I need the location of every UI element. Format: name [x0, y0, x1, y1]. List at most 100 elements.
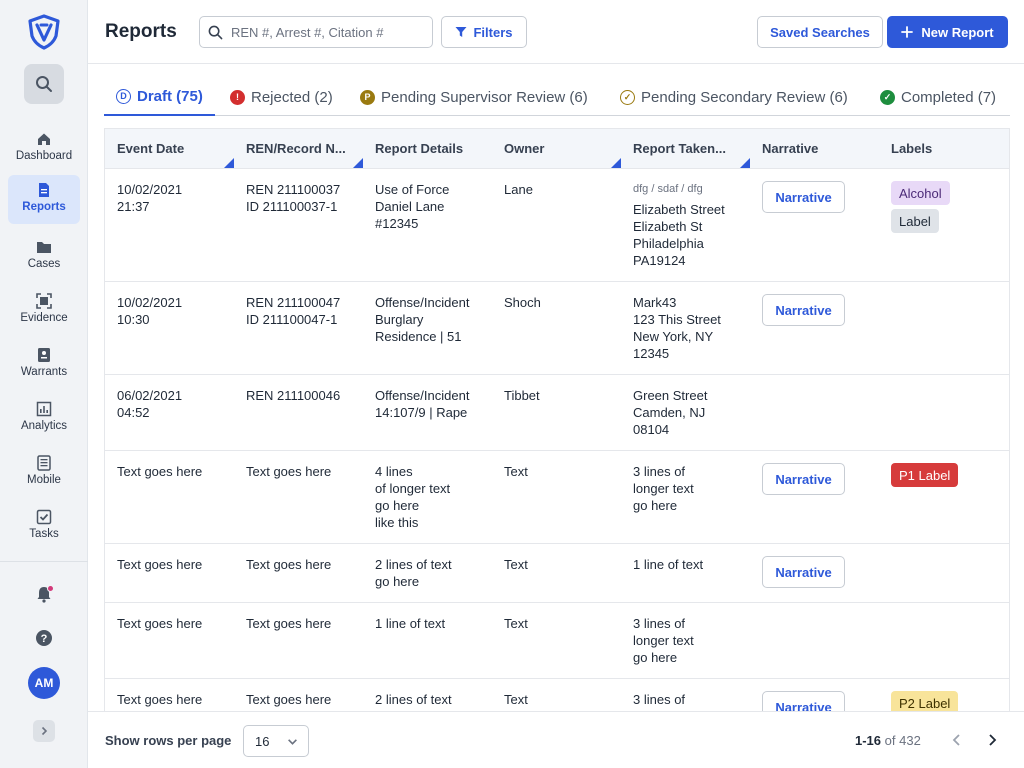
filter-icon	[455, 27, 467, 37]
ren-cell: Text goes here	[246, 616, 332, 631]
column-header-report-details[interactable]: Report Details	[375, 141, 463, 156]
column-header-narrative[interactable]: Narrative	[762, 141, 818, 156]
sidebar-item-evidence[interactable]: Evidence	[8, 286, 80, 336]
chevron-down-icon	[288, 739, 297, 745]
new-report-button[interactable]: New Report	[887, 16, 1008, 48]
report-taken-cell: 3 lines of	[633, 692, 686, 707]
sidebar-item-dashboard[interactable]: Dashboard	[8, 124, 80, 174]
report-details-cell: Offense/Incident 14:107/9 | Rape	[375, 388, 470, 420]
narrative-button[interactable]: Narrative	[762, 556, 845, 588]
checkbox-icon	[36, 509, 52, 525]
event-date-cell: 06/02/2021 04:52	[117, 388, 183, 420]
report-taken-cell: Green Street Camden, NJ 08104	[633, 388, 708, 437]
column-header-ren[interactable]: REN/Record N...	[246, 141, 346, 156]
sidebar-item-tasks[interactable]: Tasks	[8, 502, 80, 552]
narrative-button[interactable]: Narrative	[762, 463, 845, 495]
sidebar-item-mobile[interactable]: Mobile	[8, 448, 80, 498]
page-header: Reports Filters Saved Searches New Repor…	[88, 0, 1024, 64]
status-tabs: D Draft (75) ! Rejected (2) P Pending Su…	[104, 78, 1010, 116]
table-row[interactable]: Text goes here Text goes here 2 lines of…	[105, 544, 1009, 603]
tab-completed[interactable]: ✓ Completed (7)	[880, 78, 996, 116]
sort-indicator[interactable]	[740, 158, 750, 168]
table-header: Event Date REN/Record N... Report Detail…	[105, 129, 1009, 169]
sidebar-item-label: Analytics	[20, 420, 68, 432]
event-date-cell: Text goes here	[117, 616, 203, 631]
tab-label: Pending Supervisor Review (6)	[381, 88, 588, 106]
event-date-cell: 10/02/2021 10:30	[117, 295, 183, 327]
sidebar: Dashboard Reports Cases Evidence Warrant…	[0, 0, 88, 768]
mobile-icon	[37, 455, 51, 471]
page-range: 1-16 of 432	[855, 733, 921, 748]
column-header-labels[interactable]: Labels	[891, 141, 932, 156]
event-date-cell: 10/02/2021 21:37	[117, 182, 183, 214]
table-row[interactable]: Text goes here Text goes here 4 lines of …	[105, 451, 1009, 544]
column-header-event-date[interactable]: Event Date	[117, 141, 184, 156]
notification-badge	[47, 585, 54, 592]
evidence-icon	[36, 293, 52, 309]
chevron-left-icon[interactable]	[949, 732, 965, 748]
tab-pending-secondary[interactable]: ✓ Pending Secondary Review (6)	[620, 78, 848, 116]
report-taken-cell: dfg / sdaf / dfg Elizabeth Street Elizabe…	[633, 183, 725, 268]
sort-indicator[interactable]	[611, 158, 621, 168]
table-row[interactable]: 10/02/2021 10:30 REN 211100047 ID 21110004…	[105, 282, 1009, 375]
search-input[interactable]	[231, 24, 426, 40]
narrative-button[interactable]: Narrative	[762, 691, 845, 711]
filters-button[interactable]: Filters	[441, 16, 527, 48]
report-details-cell: Use of Force Daniel Lane #12345	[375, 182, 450, 231]
narrative-button[interactable]: Narrative	[762, 294, 845, 326]
sidebar-item-reports[interactable]: Reports	[8, 175, 80, 224]
sidebar-item-label: Mobile	[27, 474, 61, 486]
sidebar-item-label: Dashboard	[15, 150, 73, 162]
event-date-cell: Text goes here	[117, 464, 203, 479]
label-badge: Label	[891, 209, 939, 233]
sort-indicator[interactable]	[224, 158, 234, 168]
sidebar-item-label: Evidence	[20, 312, 68, 324]
sidebar-search-button[interactable]	[24, 64, 64, 104]
report-taken-cell: 3 lines of longer text go here	[633, 616, 694, 665]
pending-icon: P	[360, 89, 375, 105]
owner-cell: Text	[504, 616, 528, 631]
shield-logo-icon[interactable]	[26, 14, 62, 50]
column-header-report-taken[interactable]: Report Taken...	[633, 141, 726, 156]
table-row[interactable]: 10/02/2021 21:37 REN 211100037 ID 21110003…	[105, 169, 1009, 282]
ren-cell: Text goes here	[246, 464, 332, 479]
sidebar-divider	[0, 561, 88, 562]
folder-icon	[37, 242, 51, 253]
rows-per-page-select[interactable]: 16	[243, 725, 309, 757]
tab-rejected[interactable]: ! Rejected (2)	[230, 78, 333, 116]
chevron-right-icon[interactable]	[984, 732, 1000, 748]
table-row[interactable]: Text goes here Text goes here 2 lines of…	[105, 679, 1009, 711]
tab-label: Draft (75)	[137, 87, 203, 105]
owner-cell: Tibbet	[504, 388, 540, 403]
help-icon[interactable]: ?	[35, 629, 53, 647]
sidebar-item-analytics[interactable]: Analytics	[8, 394, 80, 444]
table-row[interactable]: 06/02/2021 04:52 REN 211100046 Offense/In…	[105, 375, 1009, 451]
tab-pending-supervisor[interactable]: P Pending Supervisor Review (6)	[360, 78, 588, 116]
column-header-owner[interactable]: Owner	[504, 141, 544, 156]
filters-button-label: Filters	[473, 24, 513, 40]
report-taken-cell: 3 lines of longer text go here	[633, 464, 694, 513]
chart-icon	[36, 401, 52, 417]
sidebar-item-cases[interactable]: Cases	[8, 232, 80, 282]
tab-label: Completed (7)	[901, 88, 997, 106]
search-field[interactable]	[199, 16, 433, 48]
sidebar-item-warrants[interactable]: Warrants	[8, 340, 80, 390]
report-taken-cell: Mark43 123 This Street New York, NY 12345	[633, 295, 721, 361]
sidebar-item-label: Reports	[22, 201, 66, 213]
table-row[interactable]: Text goes here Text goes here 1 line of …	[105, 603, 1009, 679]
tab-label: Pending Secondary Review (6)	[641, 88, 848, 106]
owner-cell: Shoch	[504, 295, 541, 310]
sort-indicator[interactable]	[353, 158, 363, 168]
owner-cell: Text	[504, 692, 528, 707]
event-date-cell: Text goes here	[117, 692, 203, 707]
user-avatar[interactable]: AM	[28, 667, 60, 699]
tab-draft[interactable]: D Draft (75)	[104, 78, 215, 116]
expand-sidebar-button[interactable]	[33, 720, 55, 742]
sidebar-item-label: Cases	[27, 258, 61, 270]
owner-cell: Lane	[504, 182, 533, 197]
narrative-button[interactable]: Narrative	[762, 181, 845, 213]
report-details-cell: 4 lines of longer text go here like this	[375, 464, 451, 530]
owner-cell: Text	[504, 464, 528, 479]
warrant-icon	[38, 348, 50, 362]
saved-searches-button[interactable]: Saved Searches	[757, 16, 883, 48]
